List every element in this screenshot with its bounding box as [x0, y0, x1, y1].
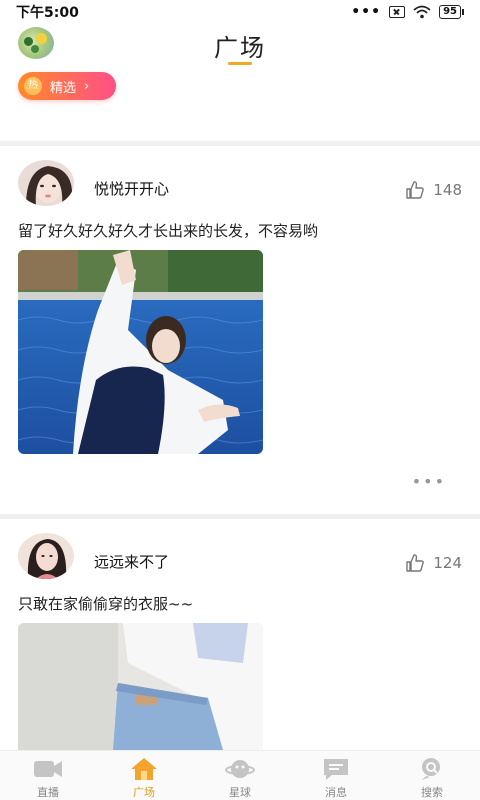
bottom-tab-bar: 直播 广场 星球 消息 搜索: [0, 750, 480, 800]
post-photo[interactable]: [18, 250, 263, 454]
post-avatar[interactable]: [18, 533, 74, 579]
post-username[interactable]: 远远来不了: [94, 551, 169, 572]
tab-planet[interactable]: 星球: [192, 751, 288, 800]
page-title: 广场: [214, 34, 266, 62]
planet-icon: [225, 760, 255, 778]
status-time: 下午5:00: [16, 5, 79, 21]
status-icons: ••• 95: [351, 4, 464, 20]
tab-search[interactable]: 搜索: [384, 751, 480, 800]
like-count: 124: [433, 554, 462, 572]
search-icon: [422, 758, 440, 780]
chevron-right-icon: ›: [84, 78, 90, 94]
thumbs-up-icon: [406, 554, 425, 572]
tab-plaza[interactable]: 广场: [96, 751, 192, 800]
like-button[interactable]: 148: [405, 180, 462, 200]
like-count: 148: [433, 181, 462, 199]
post-card[interactable]: 远远来不了 124 只敢在家偷偷穿的衣服~~: [0, 519, 480, 750]
post-username[interactable]: 悦悦开开心: [94, 178, 169, 199]
featured-label: 精选: [50, 80, 77, 96]
tab-label: 搜索: [421, 786, 443, 799]
message-icon: [324, 759, 348, 780]
home-icon: [131, 758, 157, 780]
wifi-icon: [413, 5, 431, 19]
video-icon: [34, 761, 62, 777]
header: 广场: [0, 24, 480, 74]
hot-icon: 热: [24, 77, 42, 95]
tab-label: 星球: [229, 786, 251, 799]
post-text: 只敢在家偷偷穿的衣服~~: [18, 595, 194, 613]
status-bar: 下午5:00 ••• 95: [0, 0, 480, 24]
tab-messages[interactable]: 消息: [288, 751, 384, 800]
no-sim-icon: [389, 6, 406, 18]
tab-live[interactable]: 直播: [0, 751, 96, 800]
post-avatar[interactable]: [18, 160, 74, 206]
post-text: 留了好久好久好久才长出来的长发，不容易哟: [18, 222, 319, 240]
post-photo[interactable]: [18, 623, 263, 750]
like-button[interactable]: 124: [405, 553, 462, 573]
battery-level: 95: [439, 5, 461, 19]
status-more-icon: •••: [351, 4, 382, 20]
post-card[interactable]: 悦悦开开心 148 留了好久好久好久才长出来的长发，不容易哟 •••: [0, 146, 480, 514]
featured-button[interactable]: 热 精选 ›: [18, 72, 116, 100]
tab-label: 消息: [325, 786, 347, 799]
thumbs-up-icon: [406, 181, 425, 199]
more-options-icon[interactable]: •••: [412, 472, 446, 491]
tab-label: 广场: [133, 786, 155, 799]
tab-label: 直播: [37, 786, 59, 799]
title-underline: [228, 62, 252, 65]
battery-icon: 95: [439, 5, 464, 19]
